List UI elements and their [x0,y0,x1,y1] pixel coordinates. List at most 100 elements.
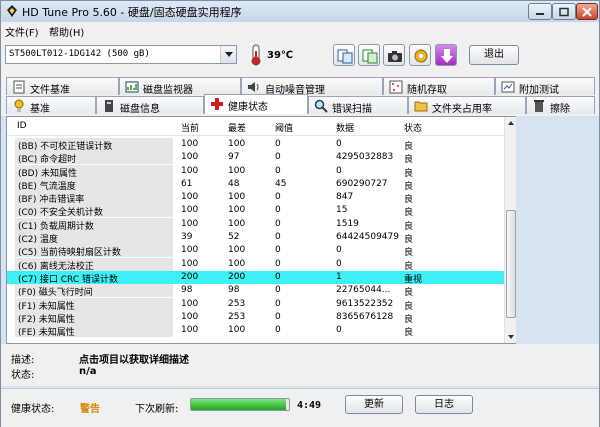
cell-status: 良 [404,301,414,312]
cell-worst: 100 [228,139,246,149]
cell-id: (C5) 当前待映射扇区计数 [15,244,173,258]
cell-worst: 98 [228,285,240,296]
maximize-button[interactable] [552,3,576,20]
exit-button[interactable]: 退出 [469,45,519,65]
cell-worst: 100 [228,205,246,216]
table-row[interactable]: (BC) 命令超时 100 97 0 4295032883 良 [7,151,504,165]
table-row[interactable]: (BF) 冲击错误率 100 100 0 847 良 [7,191,504,205]
minimize-button[interactable] [528,3,552,20]
table-row[interactable]: (C2) 温度 39 52 0 64424509479 良 [7,231,504,246]
cell-id: (F1) 未知属性 [15,297,173,312]
next-refresh-label: 下次刷新: [135,404,179,415]
table-row[interactable]: (C7) 接口 CRC 错误计数 200 200 0 1 重视 [7,270,504,285]
column-header-threshold[interactable]: 阈值 [275,121,293,134]
save-button[interactable] [435,44,457,66]
table-row[interactable]: (BD) 未知属性 100 100 0 0 良 [7,164,504,179]
refresh-button[interactable]: 更新 [345,395,403,414]
column-header-worst[interactable]: 最差 [228,121,246,134]
table-row[interactable]: (F0) 磁头飞行时间 98 98 0 22765044... 良 [7,284,504,298]
cell-data: 0 [336,139,342,149]
cell-id: (BE) 气流温度 [15,177,173,192]
state-label: 状态: [11,370,35,381]
menu-help[interactable]: 帮助(H) [49,24,84,39]
cell-cur: 39 [181,232,193,243]
tab-disk-info[interactable]: 磁盘信息 [96,96,204,115]
table-row[interactable]: (BE) 气流温度 61 48 45 690290727 良 [7,177,504,192]
table-row[interactable]: (C0) 不安全关机计数 100 100 0 15 良 [7,204,504,218]
magnifier-icon [314,99,328,113]
tab-error-scan[interactable]: 错误扫描 [308,96,408,115]
cell-worst: 52 [228,232,240,243]
table-row[interactable]: (FE) 未知属性 100 100 0 0 良 [7,324,504,338]
random-access-icon [389,80,403,94]
cell-data: 64424509479 [336,232,399,243]
close-button[interactable] [576,3,598,20]
menu-bar: 文件(F) 帮助(H) [1,22,599,39]
tab-disk-monitor[interactable]: 磁盘监视器 [119,77,241,96]
cell-worst: 97 [228,152,240,163]
cell-thr: 0 [275,311,281,322]
health-status-value: 警告 [80,404,100,415]
table-row[interactable]: (C5) 当前待映射扇区计数 100 100 0 0 良 [7,244,504,259]
cell-worst: 100 [228,192,246,203]
column-header-status[interactable]: 状态 [404,121,422,134]
window-title: HD Tune Pro 5.60 - 硬盘/固态硬盘实用程序 [22,6,242,19]
menu-file[interactable]: 文件(F) [5,24,39,39]
tab-strip: 文件基准 磁盘监视器 自动噪音管理 随机存取 附加测试 基准 磁盘信息 健康状态… [1,73,599,116]
cell-status: 良 [404,235,414,246]
cell-cur: 100 [181,311,199,322]
cell-thr: 0 [275,271,281,282]
extra-tests-icon [501,81,515,93]
cell-data: 847 [336,192,354,203]
screenshot-button[interactable] [383,44,405,66]
copy-text-button[interactable] [333,44,355,66]
table-row[interactable]: (C1) 负载周期计数 100 100 0 1519 良 [7,217,504,232]
vertical-scrollbar[interactable] [504,117,516,343]
table-row[interactable]: (F1) 未知属性 100 253 0 9613522352 良 [7,297,504,312]
column-header-data[interactable]: 数据 [336,121,354,134]
tab-aam[interactable]: 自动噪音管理 [241,77,383,96]
cell-data: 4295032883 [336,152,394,163]
status-bar: 健康状态: 警告 下次刷新: 4:49 更新 日志 [1,389,599,427]
scroll-up-icon[interactable] [505,117,517,129]
cell-id: (BC) 命令超时 [15,151,173,165]
table-row[interactable]: (F2) 未知属性 100 253 0 8365676128 良 [7,310,504,325]
log-button[interactable]: 日志 [415,395,473,414]
table-row[interactable]: (C6) 离线无法校正 100 100 0 0 良 [7,257,504,272]
cell-status: 良 [404,248,414,259]
tab-benchmark[interactable]: 基准 [6,96,96,115]
health-label: 健康状态: [11,404,55,415]
disk-info-icon [105,100,113,112]
cell-status: 重视 [404,274,423,285]
tab-erase[interactable]: 擦除 [526,96,595,115]
tab-label: 磁盘监视器 [143,85,193,96]
tab-random-access[interactable]: 随机存取 [383,77,495,96]
scroll-down-icon[interactable] [505,331,517,343]
description-label: 描述: [11,355,35,366]
cell-id: (FE) 未知属性 [15,324,173,338]
dropdown-button[interactable] [220,46,236,63]
title-bar[interactable]: HD Tune Pro 5.60 - 硬盘/固态硬盘实用程序 [1,1,599,22]
cell-data: 8365676128 [336,311,394,322]
column-header-id[interactable]: ID [17,121,27,131]
cell-data: 9613522352 [336,298,394,309]
cell-thr: 0 [275,298,281,309]
drive-select[interactable]: ST500LT012-1DG142 (500 gB) [5,45,237,64]
tab-label: 文件基准 [30,85,70,96]
column-header-current[interactable]: 当前 [181,121,199,134]
scroll-thumb[interactable] [506,210,516,318]
maximize-icon [559,7,569,16]
tab-file-benchmark[interactable]: 文件基准 [6,77,119,96]
tab-health[interactable]: 健康状态 [204,94,308,114]
arrow-down-icon [441,49,453,63]
tab-extra-tests[interactable]: 附加测试 [495,77,595,96]
options-button[interactable] [409,44,431,66]
cell-id: (C1) 负载周期计数 [15,217,173,232]
copy-info-button[interactable] [358,44,380,66]
progress-fill [191,399,287,410]
cell-status: 良 [404,168,414,179]
table-row[interactable]: (BB) 不可校正错误计数 100 100 0 0 良 [7,138,504,152]
tab-folder-usage[interactable]: 文件夹占用率 [408,96,526,115]
cell-status: 良 [404,142,414,152]
cell-id: (C6) 离线无法校正 [15,257,173,272]
